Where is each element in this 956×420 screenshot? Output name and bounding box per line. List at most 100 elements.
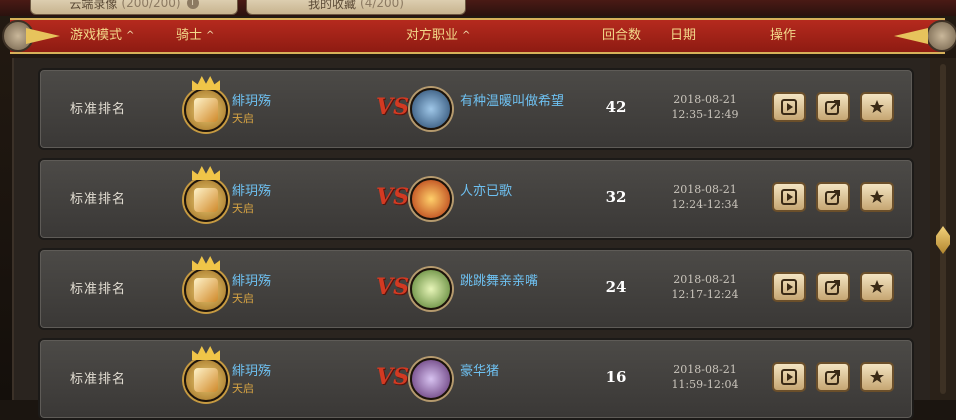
player-name: 緋玥殇 [232,274,272,289]
match-date: 2018-08-21 12:35-12:49 [650,92,760,122]
knight-medal-icon [184,166,228,222]
tab-label: 云端录像 [69,0,118,11]
match-date: 2018-08-21 12:17-12:24 [650,272,760,302]
crowned-rogue-class-icon [410,358,452,400]
play-icon [781,189,797,205]
round-count: 42 [605,98,627,116]
header-label: 日期 [670,28,697,43]
header-label: 操作 [770,28,797,43]
vs-icon: VS [376,94,409,120]
tab-count: (4/200) [360,0,404,10]
info-icon[interactable]: i [186,0,199,9]
header-game-mode[interactable]: 游戏模式 ^ [70,20,134,52]
vs-icon: VS [376,274,409,300]
header-rounds: 回合数 [602,20,641,52]
player-rank: 天启 [232,112,254,125]
header-ornament-left [0,12,60,56]
player-name: 緋玥殇 [232,94,272,109]
star-icon [870,370,884,383]
share-icon [825,280,840,295]
opponent-name: 跳跳舞亲亲嘴 [460,274,539,289]
player-name: 緋玥殇 [232,184,272,199]
share-button[interactable] [816,182,850,212]
date-text: 2018-08-21 [673,363,737,376]
header-opponent-class[interactable]: 对方职业 ^ [406,20,470,52]
favorite-button[interactable] [860,362,894,392]
list-header: 游戏模式 ^ 骑士 ^ 对方职业 ^ 回合数 日期 操作 [10,18,945,54]
replay-list: 标准排名 緋玥殇 天启 VS 有种温暖叫做希望 42 2018-08-21 12:… [12,58,930,420]
header-actions: 操作 [770,20,796,52]
header-ornament-right [894,12,956,56]
player-name: 緋玥殇 [232,364,272,379]
share-button[interactable] [816,362,850,392]
tab-label: 我的收藏 [308,0,357,11]
header-label: 回合数 [602,28,642,43]
play-button[interactable] [772,362,806,392]
knight-medal-icon [184,346,228,402]
sort-caret-icon: ^ [126,30,135,41]
play-icon [781,99,797,115]
date-text: 2018-08-21 [673,93,737,106]
sort-caret-icon: ^ [206,30,215,41]
sword-class-icon [410,88,452,130]
play-icon [781,369,797,385]
replay-row[interactable]: 标准排名 緋玥殇 天启 VS 豪华猪 16 2018-08-21 11:59-12… [38,338,914,420]
header-knight[interactable]: 骑士 ^ [176,20,214,52]
vs-icon: VS [376,364,409,390]
player-rank: 天启 [232,292,254,305]
tab-bar: 云端录像 (200/200) i 我的收藏 (4/200) [30,0,466,15]
sort-caret-icon: ^ [462,30,471,41]
player-rank: 天启 [232,382,254,395]
favorite-button[interactable] [860,182,894,212]
game-mode: 标准排名 [70,102,127,117]
game-mode: 标准排名 [70,192,127,207]
vs-icon: VS [376,184,409,210]
round-count: 16 [605,368,627,386]
game-mode: 标准排名 [70,372,127,387]
match-date: 2018-08-21 11:59-12:04 [650,362,760,392]
round-count: 32 [605,188,627,206]
scrollbar[interactable] [930,58,956,400]
star-icon [870,190,884,203]
player-rank: 天启 [232,202,254,215]
date-text: 2018-08-21 [673,273,737,286]
scroll-thumb[interactable] [936,226,950,254]
claw-class-icon [410,268,452,310]
favorite-button[interactable] [860,272,894,302]
favorite-button[interactable] [860,92,894,122]
replay-row[interactable]: 标准排名 緋玥殇 天启 VS 人亦已歌 32 2018-08-21 12:24-1… [38,158,914,240]
share-button[interactable] [816,92,850,122]
opponent-name: 人亦已歌 [460,184,513,199]
share-icon [825,100,840,115]
knight-medal-icon [184,76,228,132]
play-button[interactable] [772,182,806,212]
header-label: 游戏模式 [70,28,123,43]
time-range: 12:35-12:49 [671,108,739,121]
share-icon [825,190,840,205]
share-button[interactable] [816,272,850,302]
tab-cloud-replays[interactable]: 云端录像 (200/200) i [30,0,238,15]
match-date: 2018-08-21 12:24-12:34 [650,182,760,212]
header-label: 骑士 [176,28,203,43]
time-range: 11:59-12:04 [671,378,739,391]
replay-row[interactable]: 标准排名 緋玥殇 天启 VS 有种温暖叫做希望 42 2018-08-21 12:… [38,68,914,150]
game-mode: 标准排名 [70,282,127,297]
header-date: 日期 [670,20,696,52]
fire-class-icon [410,178,452,220]
play-icon [781,279,797,295]
tab-my-favorites[interactable]: 我的收藏 (4/200) [246,0,466,15]
play-button[interactable] [772,272,806,302]
star-icon [870,280,884,293]
share-icon [825,370,840,385]
play-button[interactable] [772,92,806,122]
time-range: 12:17-12:24 [671,288,739,301]
header-label: 对方职业 [406,28,459,43]
opponent-name: 豪华猪 [460,364,500,379]
round-count: 24 [605,278,627,296]
knight-medal-icon [184,256,228,312]
opponent-name: 有种温暖叫做希望 [460,94,565,109]
replay-row[interactable]: 标准排名 緋玥殇 天启 VS 跳跳舞亲亲嘴 24 2018-08-21 12:17… [38,248,914,330]
time-range: 12:24-12:34 [671,198,739,211]
star-icon [870,100,884,113]
date-text: 2018-08-21 [673,183,737,196]
